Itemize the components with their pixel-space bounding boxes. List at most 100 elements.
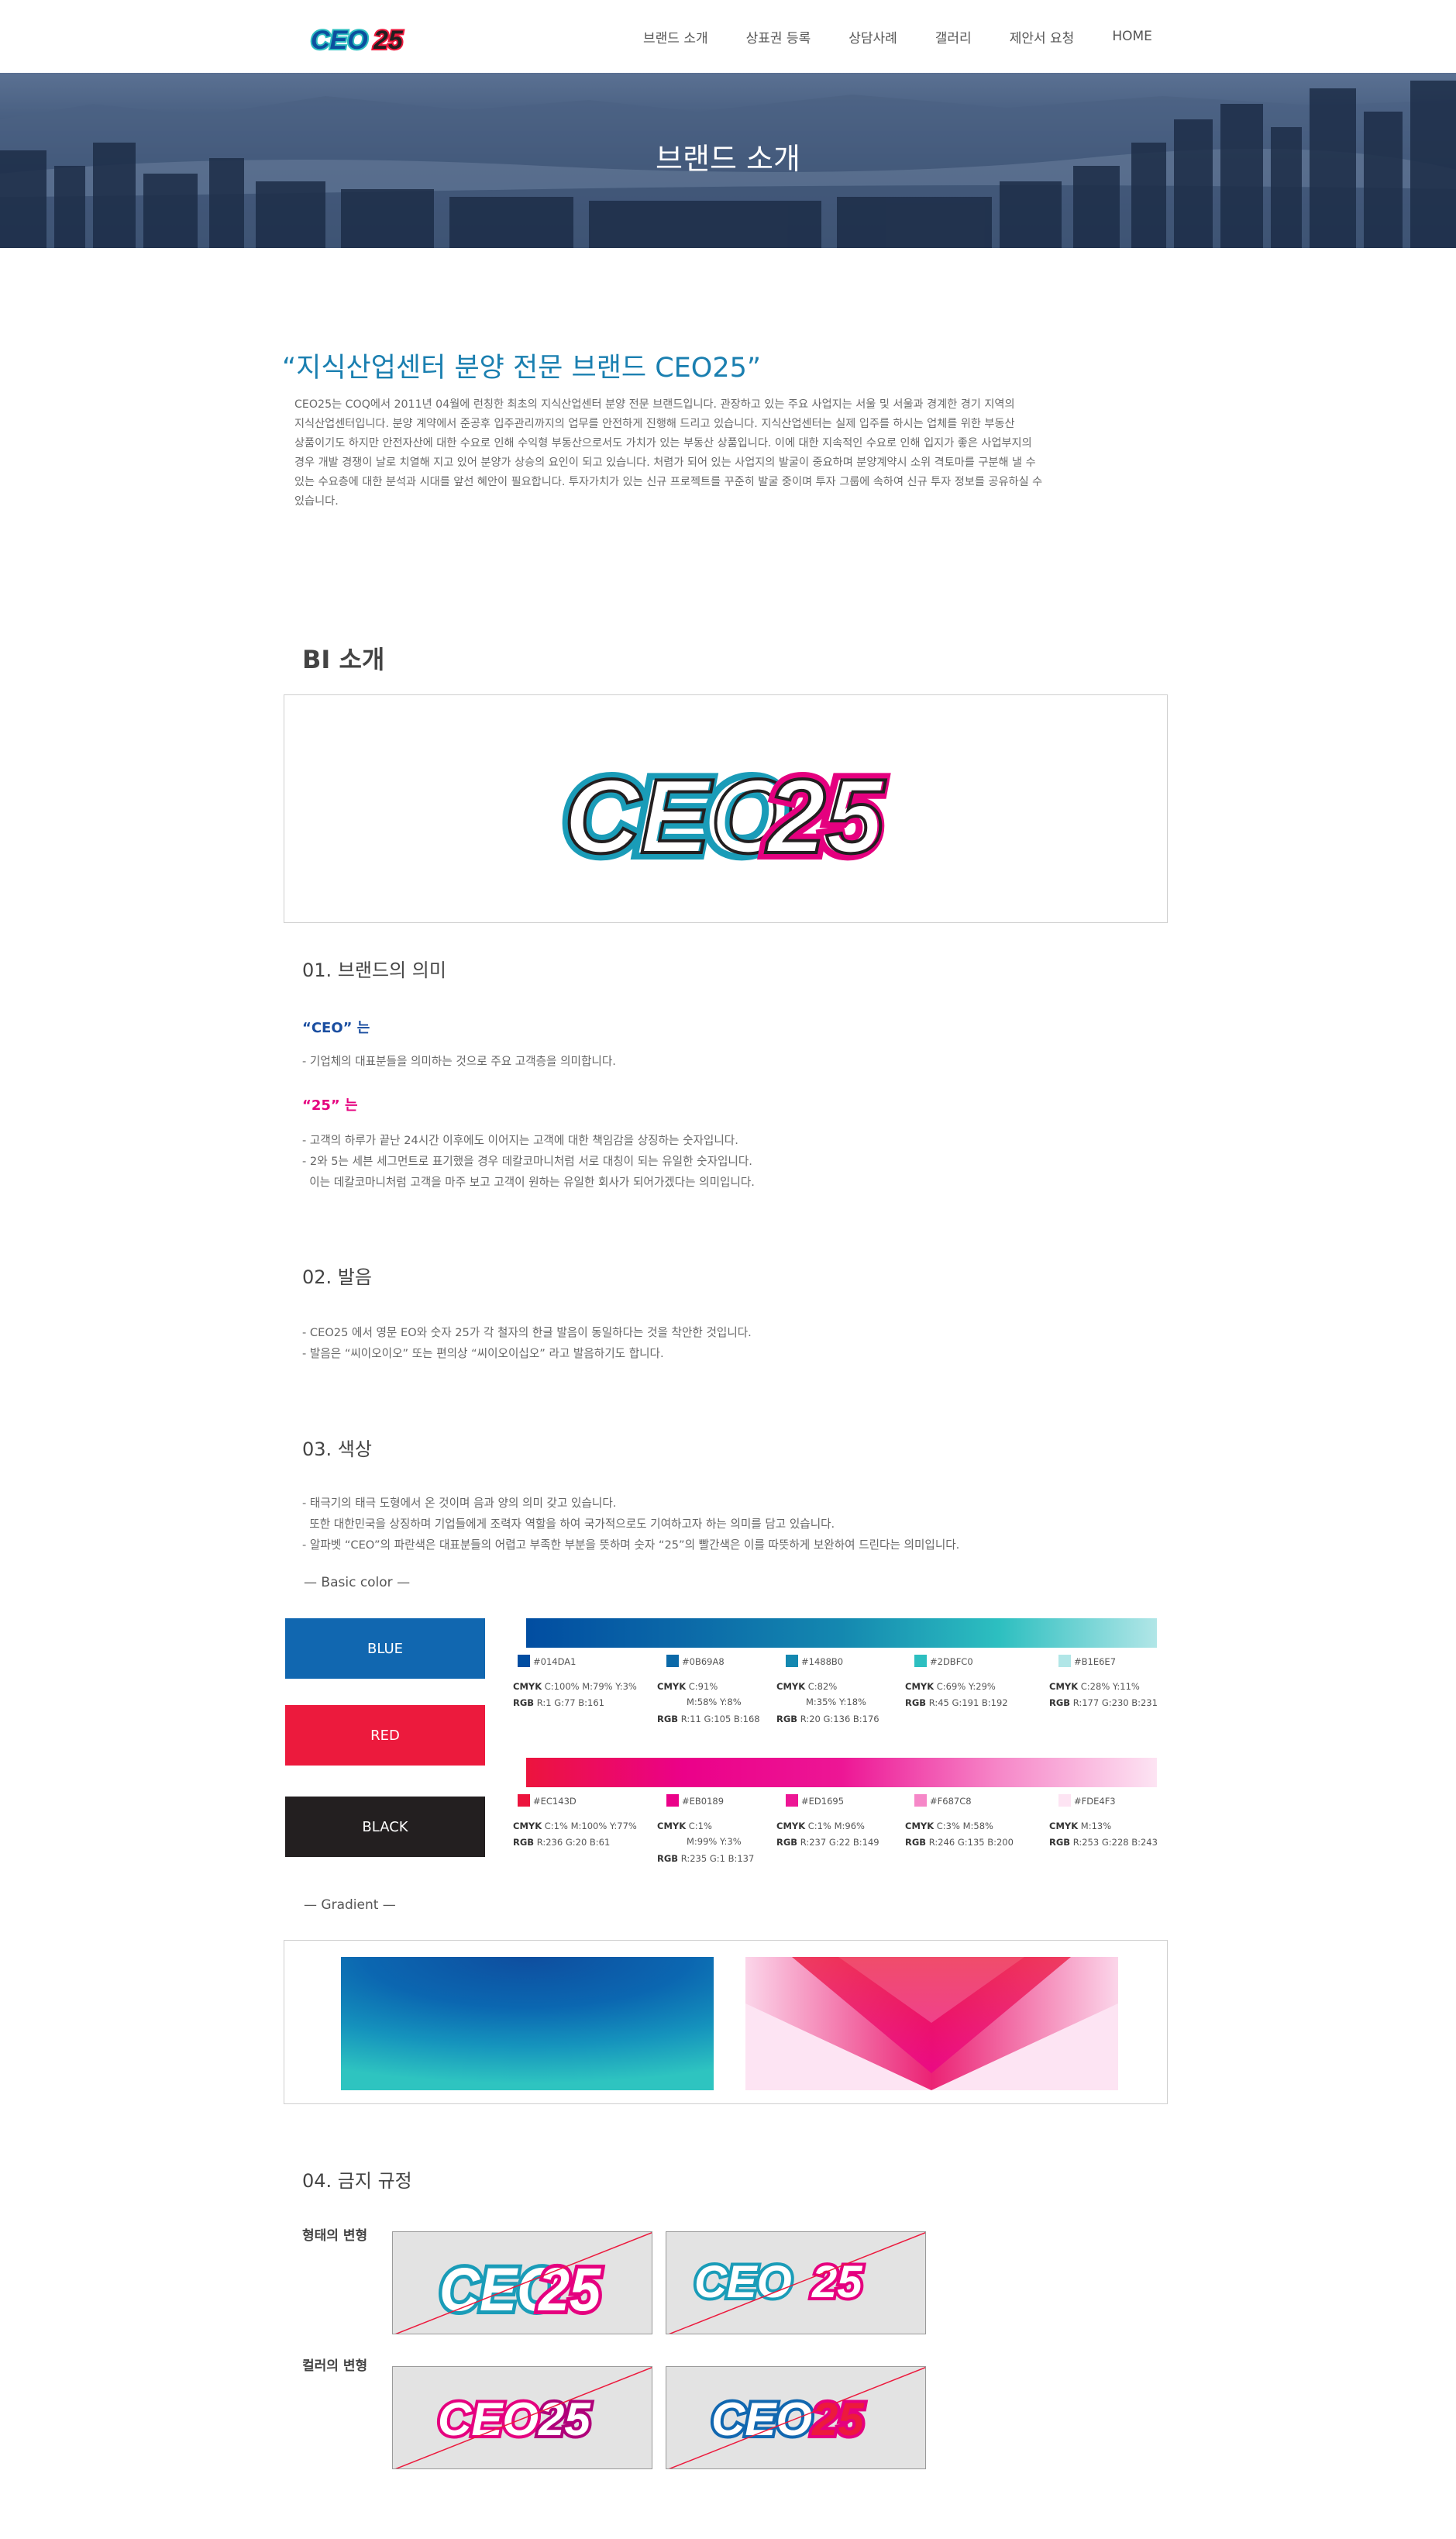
blue-gradient-bar — [526, 1618, 1157, 1648]
black-swatch: BLACK — [285, 1797, 485, 1857]
shape-variation-label: 형태의 변형 — [302, 2228, 368, 2244]
color-line: - 알파벳 “CEO”의 파란색은 대표분들의 어렵고 부족한 부분을 뜻하며 … — [302, 1538, 960, 1552]
cmyk-text: C:3% M:58% — [936, 1821, 993, 1831]
color-chip — [666, 1794, 679, 1807]
number-line: - 2와 5는 세븐 세그먼트로 표기했을 경우 데칼코마니처럼 서로 대칭이 … — [302, 1155, 752, 1168]
cmyk-key: CMYK — [657, 1681, 687, 1692]
cmyk-text: C:1% M:96% — [807, 1821, 865, 1831]
svg-text:CEO: CEO — [564, 757, 793, 868]
color-chip — [1058, 1794, 1071, 1807]
cmyk-key: CMYK — [776, 1821, 806, 1831]
color-hex-label: #014DA1 — [518, 1654, 576, 1669]
main-nav: 브랜드 소개 상표권 등록 상담사례 갤러리 제안서 요청 HOME — [643, 0, 1152, 73]
rgb-key: RGB — [1049, 1837, 1071, 1848]
color-chip — [786, 1655, 798, 1667]
color-chip — [786, 1794, 798, 1807]
color-hex-label: #EB0189 — [666, 1793, 724, 1809]
color-chip — [914, 1655, 927, 1667]
page-title: 브랜드 소개 — [656, 142, 800, 176]
pronunciation-description: - CEO25 에서 영문 EO와 숫자 25가 각 철자의 한글 발음이 동일… — [302, 1322, 752, 1364]
cmyk-value: CMYK C:69% Y:29% — [905, 1679, 996, 1694]
rgb-key: RGB — [513, 1837, 535, 1848]
rgb-text: R:20 G:136 B:176 — [800, 1714, 879, 1724]
color-hex-label: #ED1695 — [786, 1793, 844, 1809]
cmyk-text: C:1% — [688, 1821, 712, 1831]
rgb-value: RGB R:45 G:191 B:192 — [905, 1695, 1008, 1710]
cmyk-value: CMYK M:13% — [1049, 1818, 1111, 1834]
cmyk-key: CMYK — [905, 1681, 935, 1692]
basic-color-label: — Basic color — — [304, 1575, 411, 1590]
rgb-text: R:1 G:77 B:161 — [536, 1697, 604, 1708]
color-chip — [518, 1655, 530, 1667]
color-hex-label: #0B69A8 — [666, 1654, 725, 1669]
blue-gradient-sample — [341, 1957, 714, 2090]
pink-gradient-sample — [745, 1957, 1118, 2090]
hex-code: #FDE4F3 — [1074, 1796, 1116, 1807]
cmyk-text: C:28% Y:11% — [1080, 1681, 1140, 1692]
intro-line: 지식산업센터입니다. 분양 계약에서 준공후 입주관리까지의 업무를 안전하게 … — [294, 418, 1015, 430]
color-hex-label: #B1E6E7 — [1058, 1654, 1116, 1669]
cmyk-key: CMYK — [776, 1681, 806, 1692]
nav-proposal-request[interactable]: 제안서 요청 — [1010, 27, 1075, 47]
color-description: - 태극기의 태극 도형에서 온 것이며 음과 양의 의미 갖고 있습니다. 또… — [302, 1493, 959, 1555]
brand-intro-paragraph: CEO25는 COQ에서 2011년 04월에 런칭한 최초의 지식산업센터 분… — [294, 395, 1147, 512]
intro-line: 상품이기도 하지만 안전자산에 대한 수요로 인해 수익형 부동산으로서도 가치… — [294, 437, 1032, 450]
color-hex-label: #2DBFC0 — [914, 1654, 973, 1669]
rgb-key: RGB — [905, 1697, 927, 1708]
rgb-text: R:11 G:105 B:168 — [680, 1714, 760, 1724]
number-line: 이는 데칼코마니처럼 고객을 마주 보고 고객이 원하는 유일한 회사가 되어가… — [302, 1176, 755, 1189]
color-variation-label: 컬러의 변형 — [302, 2358, 368, 2374]
cmyk-text: C:100% M:79% Y:3% — [544, 1681, 637, 1692]
number-heading: “25” 는 — [302, 1097, 358, 1114]
color-chip — [1058, 1655, 1071, 1667]
bi-section-title: BI 소개 — [302, 645, 385, 674]
nav-home[interactable]: HOME — [1112, 29, 1152, 44]
cmyk-value: CMYK C:82% M:35% Y:18% — [776, 1679, 866, 1710]
nav-trademark[interactable]: 상표권 등록 — [746, 27, 811, 47]
pronunciation-line: - CEO25 에서 영문 EO와 숫자 25가 각 철자의 한글 발음이 동일… — [302, 1326, 752, 1339]
cmyk-value: CMYK C:100% M:79% Y:3% — [513, 1679, 637, 1694]
rgb-text: R:235 G:1 B:137 — [680, 1853, 755, 1864]
color-section-title: 03. 색상 — [302, 1438, 372, 1460]
rgb-text: R:236 G:20 B:61 — [536, 1837, 611, 1848]
hex-code: #B1E6E7 — [1074, 1656, 1117, 1667]
color-line: 또한 대한민국을 상징하며 기업들에게 조력자 역할을 하여 국가적으로도 기여… — [302, 1518, 835, 1531]
gradient-label: — Gradient — — [304, 1897, 396, 1913]
rgb-key: RGB — [905, 1837, 927, 1848]
nav-gallery[interactable]: 갤러리 — [935, 27, 972, 47]
rgb-value: RGB R:235 G:1 B:137 — [657, 1851, 754, 1866]
rgb-value: RGB R:246 G:135 B:200 — [905, 1834, 1014, 1850]
forbidden-example-squashed: CEO 25 — [666, 2231, 926, 2334]
rgb-text: R:237 G:22 B:149 — [800, 1837, 879, 1848]
rgb-value: RGB R:177 G:230 B:231 — [1049, 1695, 1158, 1710]
color-line: - 태극기의 태극 도형에서 온 것이며 음과 양의 의미 갖고 있습니다. — [302, 1497, 617, 1510]
forbidden-logo-4: CEO 25 — [669, 2367, 925, 2468]
rgb-value: RGB R:11 G:105 B:168 — [657, 1711, 760, 1727]
ceo25-large-logo: CEO CEO 25 25 — [557, 752, 893, 868]
forbidden-example-stretched: CEO 25 — [392, 2231, 652, 2334]
svg-text:25: 25 — [538, 2393, 591, 2445]
rgb-value: RGB R:236 G:20 B:61 — [513, 1834, 610, 1850]
forbidden-logo-3: CEO 25 — [395, 2367, 652, 2468]
hex-code: #EC143D — [533, 1796, 577, 1807]
color-hex-label: #EC143D — [518, 1793, 577, 1809]
cmyk-value: CMYK C:3% M:58% — [905, 1818, 993, 1834]
svg-text:25: 25 — [765, 757, 886, 868]
nav-brand-intro[interactable]: 브랜드 소개 — [643, 27, 708, 47]
red-swatch: RED — [285, 1705, 485, 1766]
nav-consult-cases[interactable]: 상담사례 — [848, 27, 897, 47]
rgb-key: RGB — [657, 1714, 679, 1724]
color-chip — [518, 1794, 530, 1807]
forbidden-logo-1: CEO 25 — [395, 2232, 652, 2334]
rgb-key: RGB — [776, 1714, 798, 1724]
rgb-text: R:177 G:230 B:231 — [1072, 1697, 1158, 1708]
svg-text:CEO: CEO — [311, 26, 368, 54]
ceo25-logo[interactable]: CEO 25 — [308, 22, 423, 54]
ceo-heading: “CEO” 는 — [302, 1020, 370, 1036]
color-chip — [914, 1794, 927, 1807]
color-chip — [666, 1655, 679, 1667]
hex-code: #2DBFC0 — [930, 1656, 973, 1667]
cmyk-value: CMYK C:1% M:99% Y:3% — [657, 1818, 742, 1849]
cmyk-text: C:1% M:100% Y:77% — [544, 1821, 637, 1831]
svg-text:25: 25 — [373, 26, 404, 54]
